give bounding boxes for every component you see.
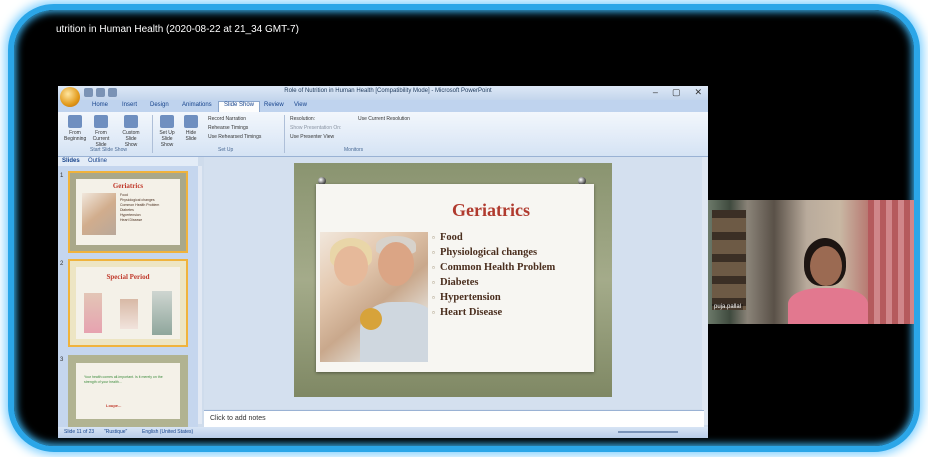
panel-scrollbar[interactable] [198,166,202,424]
rehearse-timings-button[interactable]: Rehearse Timings [208,125,248,131]
show-presentation-on-select[interactable]: Show Presentation On: [290,125,341,131]
group-label-start: Start Slide Show [90,147,127,153]
panel-tabs: Slides Outline [58,157,198,166]
tab-review[interactable]: Review [264,102,284,108]
screen-frame: utrition in Human Health (2020-08-22 at … [8,4,920,452]
powerpoint-window: Role of Nutrition in Human Health [Compa… [58,86,708,438]
thumbnail-content: Your health comes all-important. Is it m… [76,363,180,419]
tab-view[interactable]: View [294,102,307,108]
slide-bullets[interactable]: Food Physiological changes Common Health… [432,232,592,322]
hide-slide-icon [184,115,198,128]
use-rehearsed-timings-checkbox[interactable]: Use Rehearsed Timings [208,134,261,140]
current-slide[interactable]: Geriatrics Food Physiological changes Co… [294,163,612,397]
group-separator [152,115,153,153]
slide-title[interactable]: Geriatrics [416,200,566,221]
participant-face [810,246,842,286]
thumbnail-photo [152,291,172,335]
slide-editing-area: Geriatrics Food Physiological changes Co… [204,157,704,409]
zoom-slider[interactable] [618,431,678,433]
slideshow-icon [68,115,82,128]
status-bar: Slide 11 of 23 "Rustique" English (Unite… [58,427,708,438]
group-separator [284,115,285,153]
slideshow-icon [94,115,108,128]
save-icon[interactable] [84,88,93,97]
window-title: Role of Nutrition in Human Health [Compa… [284,88,492,94]
notes-pane[interactable]: Click to add notes [204,410,704,427]
thumbnail-bullets: Food Physiological changes Common Health… [120,193,160,222]
use-presenter-view-checkbox[interactable]: Use Presenter View [290,134,334,140]
bullet-item: Hypertension [432,292,592,304]
thumbnail-title: Special Period [106,273,150,281]
thumbnail-photo [84,293,102,333]
thumbnail-author: Loupe... [106,403,122,408]
minimize-button[interactable]: – [653,87,658,98]
bullet-item: Diabetes [432,277,592,289]
thumbnail-content: Geriatrics Food Physiological changes Co… [76,179,180,245]
office-button[interactable] [60,87,80,107]
close-button[interactable]: ✕ [694,87,702,98]
custom-slide-show-button[interactable]: Custom Slide Show [120,115,142,148]
from-beginning-button[interactable]: From Beginning [64,115,86,142]
slide-card: Geriatrics Food Physiological changes Co… [316,184,594,372]
set-up-slide-show-button[interactable]: Set Up Slide Show [156,115,178,148]
slide-thumbnail-1[interactable]: Geriatrics Food Physiological changes Co… [68,171,188,253]
ribbon-tabs: Home Insert Design Animations Slide Show… [58,100,708,112]
slide-number: 3 [60,357,64,363]
hide-slide-button[interactable]: Hide Slide [180,115,202,142]
from-current-slide-button[interactable]: From Current Slide [90,115,112,148]
webcam-tile: puja.pallal [708,200,914,324]
undo-icon[interactable] [96,88,105,97]
bullet-item: Heart Disease [432,307,592,319]
maximize-button[interactable]: ▢ [672,87,681,98]
thumbnail-content: Special Period [76,267,180,339]
tab-slides[interactable]: Slides [62,158,80,164]
recording-title: utrition in Human Health (2020-08-22 at … [56,24,299,35]
custom-show-icon [124,115,138,128]
theme-name: "Rustique" [104,429,128,435]
tab-design[interactable]: Design [150,102,169,108]
slide-thumbnail-3[interactable]: Your health comes all-important. Is it m… [68,355,188,427]
curtain [868,200,914,324]
ribbon: From Beginning From Current Slide Custom… [58,112,708,157]
slide-thumbnail-2[interactable]: Special Period [68,259,188,347]
slide-number: 1 [60,173,64,179]
tab-insert[interactable]: Insert [122,102,137,108]
tab-outline[interactable]: Outline [88,158,107,164]
participant-name: puja.pallal [712,304,744,310]
notes-placeholder: Click to add notes [210,415,266,422]
group-label-setup: Set Up [218,147,234,153]
resolution-select[interactable]: Use Current Resolution [358,116,410,122]
bullet-item: Food [432,232,592,244]
elderly-couple-photo [320,232,428,362]
record-narration-button[interactable]: Record Narration [208,116,246,122]
tab-slide-show[interactable]: Slide Show [218,101,261,112]
setup-icon [160,115,174,128]
title-bar: Role of Nutrition in Human Health [Compa… [58,86,708,100]
tab-animations[interactable]: Animations [182,102,212,108]
tab-home[interactable]: Home [92,102,108,108]
quick-access-toolbar [84,88,128,97]
thumbnail-title: Geriatrics [112,182,144,190]
slides-panel: Slides Outline 1 Geriatrics Food Physiol… [58,157,198,427]
resolution-label: Resolution: [290,116,316,122]
group-label-monitors: Monitors [344,147,364,153]
bullet-item: Common Health Problem [432,262,592,274]
bullet-item: Physiological changes [432,247,592,259]
language-indicator[interactable]: English (United States) [142,429,193,435]
thumbnail-text: Your health comes all-important. Is it m… [84,375,163,384]
slide-number: 2 [60,261,64,267]
thumbnail-photo [120,299,138,329]
thumbnail-photo [82,193,116,235]
window-controls: – ▢ ✕ [653,87,702,98]
bookshelf [712,210,746,310]
redo-icon[interactable] [108,88,117,97]
slide-counter: Slide 11 of 23 [64,429,95,435]
